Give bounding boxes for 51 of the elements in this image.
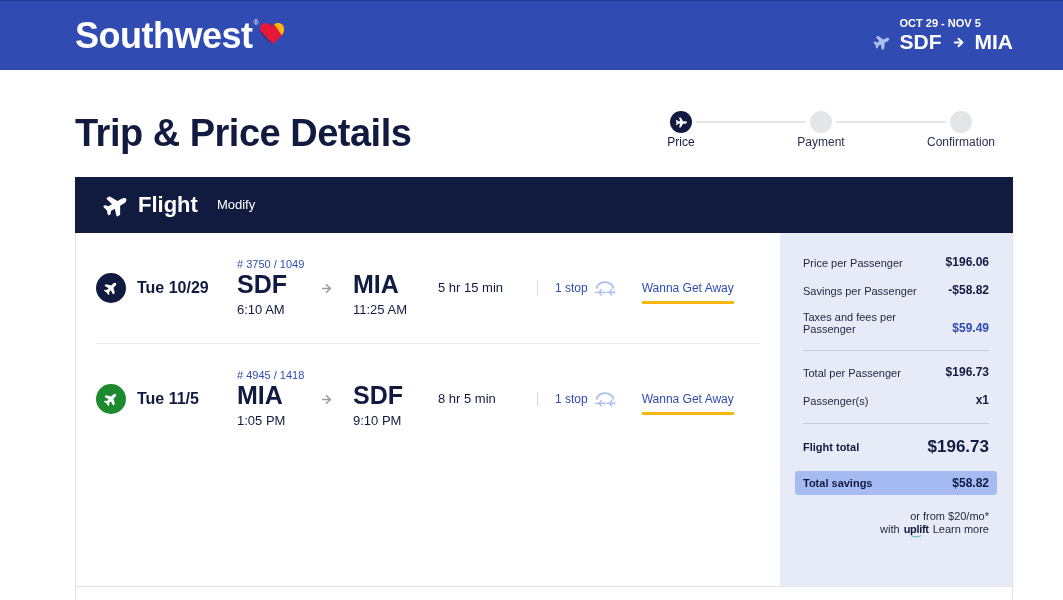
total-label: Flight total (803, 440, 860, 454)
stopover-icon (593, 280, 616, 296)
financing-text: or from $20/mo* (910, 510, 989, 523)
fare-type-link[interactable]: Wanna Get Away (641, 281, 734, 304)
arrow-right-icon (320, 392, 333, 406)
savings-value: $58.82 (952, 476, 989, 490)
modify-link[interactable]: Modify (216, 197, 256, 213)
price-value: $196.06 (945, 255, 989, 269)
fare-type-link[interactable]: Wanna Get Away (641, 392, 734, 415)
price-label: Taxes and fees per Passenger (803, 311, 897, 335)
airport-code: SDF (353, 382, 404, 409)
price-label: Price per Passenger (803, 257, 904, 269)
flight-duration: 5 hr 15 min (438, 280, 505, 296)
step-label: Price (667, 135, 695, 150)
arrow-right-icon (320, 281, 333, 295)
price-value: $196.73 (945, 365, 989, 379)
step-label: Payment (797, 135, 845, 150)
airport-code: MIA (353, 271, 400, 298)
section-title: Flight (138, 192, 198, 218)
stopover-icon (593, 391, 616, 407)
brand-logo[interactable]: Southwest (75, 15, 253, 56)
price-value: -$58.82 (948, 283, 989, 297)
price-label: Total per Passenger (803, 367, 902, 379)
flight-duration: 8 hr 5 min (438, 391, 497, 407)
destination-code: MIA (974, 30, 1013, 54)
flight-date: Tue 11/5 (137, 389, 200, 409)
airport-code: MIA (237, 382, 284, 409)
total-value: $196.73 (927, 437, 989, 457)
trip-dates: OCT 29 - NOV 5 (899, 17, 982, 30)
arrow-right-icon (951, 35, 965, 49)
price-value: x1 (975, 393, 989, 407)
stops-link[interactable]: 1 stop (555, 280, 588, 296)
departure-time: 6:10 AM (237, 302, 286, 318)
departure-time: 1:05 PM (237, 413, 287, 429)
step-label: Confirmation (927, 135, 995, 150)
learn-more-link[interactable]: Learn more (932, 523, 989, 536)
savings-label: Total savings (803, 476, 873, 490)
financing-prefix: with (880, 523, 900, 536)
price-label: Savings per Passenger (803, 285, 918, 297)
origin-code: SDF (899, 30, 942, 54)
flight-number: # 4945 / 1418 (237, 369, 306, 382)
price-label: Passenger(s) (803, 395, 870, 407)
flight-number: # 3750 / 1049 (237, 258, 306, 271)
stops-link[interactable]: 1 stop (555, 391, 588, 407)
page-title: Trip & Price Details (75, 111, 412, 156)
flight-date: Tue 10/29 (137, 278, 210, 298)
provider-logo: uplift (903, 523, 929, 538)
arrival-time: 11:25 AM (353, 302, 408, 318)
taxes-link[interactable]: $59.49 (952, 321, 989, 335)
arrival-time: 9:10 PM (353, 413, 403, 429)
airport-code: SDF (237, 271, 288, 298)
